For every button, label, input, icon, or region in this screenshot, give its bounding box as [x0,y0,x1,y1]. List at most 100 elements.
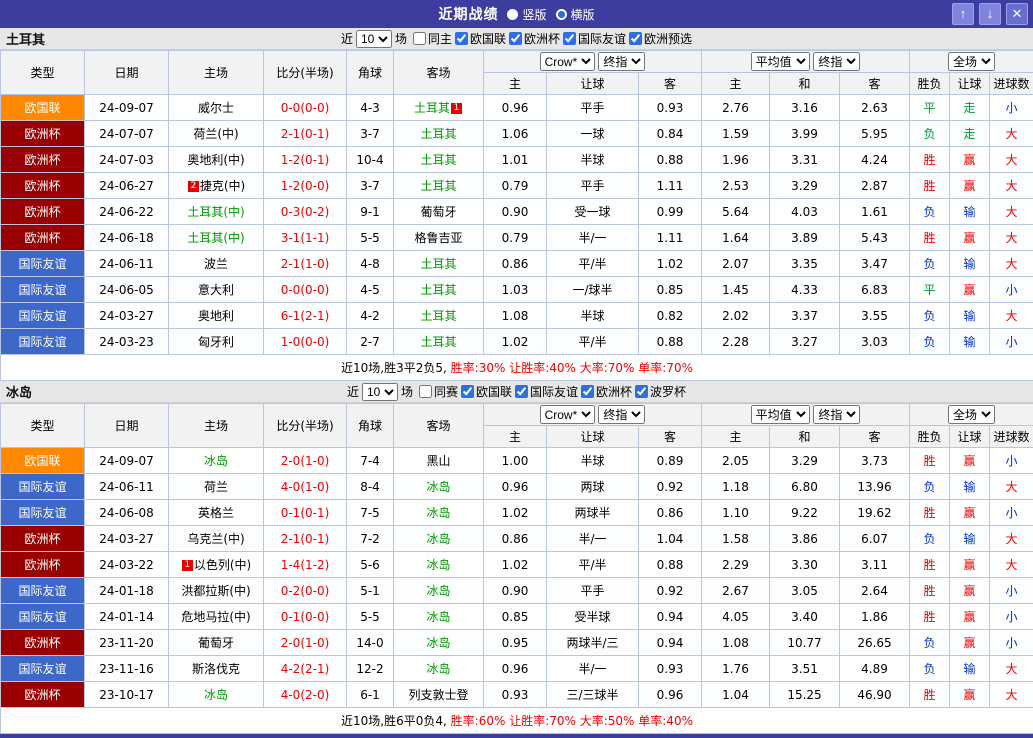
home-team-cell[interactable]: 1以色列(中) [169,552,264,578]
filter-checkbox[interactable]: 同赛 [419,383,458,400]
home-team-cell[interactable]: 荷兰 [169,474,264,500]
col-avg-draw: 和 [770,73,840,95]
handicap-away-odds-cell: 0.96 [639,682,702,708]
checkbox-input[interactable] [413,32,426,45]
filter-checkbox[interactable]: 欧洲杯 [509,30,560,47]
away-team-cell[interactable]: 冰岛 [394,656,484,682]
filter-checkbox[interactable]: 波罗杯 [635,383,686,400]
goals-result-cell: 小 [990,630,1033,656]
filter-checkbox[interactable]: 同主 [413,30,452,47]
checkbox-input[interactable] [629,32,642,45]
home-team-cell[interactable]: 危地马拉(中) [169,604,264,630]
fulltime-select[interactable]: 全场 [948,405,995,424]
checkbox-input[interactable] [461,385,474,398]
away-team-cell[interactable]: 土耳其 [394,329,484,355]
match-date-cell: 24-03-23 [85,329,169,355]
handicap-home-odds-cell: 0.86 [484,526,547,552]
score-cell: 0-1(0-1) [264,500,347,526]
move-up-button[interactable]: ↑ [952,3,974,25]
handicap-away-odds-cell: 0.88 [639,329,702,355]
filter-checkbox[interactable]: 国际友谊 [563,30,626,47]
home-team-cell[interactable]: 洪都拉斯(中) [169,578,264,604]
match-count-select[interactable]: 10 [356,30,392,48]
away-team-cell[interactable]: 冰岛 [394,578,484,604]
home-team-cell[interactable]: 2捷克(中) [169,173,264,199]
away-team-cell[interactable]: 列支敦士登 [394,682,484,708]
away-team-cell[interactable]: 冰岛 [394,552,484,578]
corner-cell: 4-5 [347,277,394,303]
away-team-cell[interactable]: 黑山 [394,448,484,474]
filter-checkbox[interactable]: 欧国联 [461,383,512,400]
layout-horizontal-radio[interactable]: 横版 [556,6,595,23]
checkbox-input[interactable] [455,32,468,45]
fulltime-select[interactable]: 全场 [948,52,995,71]
home-team-cell[interactable]: 奥地利(中) [169,147,264,173]
avg-home-odds-cell: 1.58 [702,526,770,552]
iceland-results-table: 类型 日期 主场 比分(半场) 角球 客场 Crow* 终指 平均值 终指 全场… [0,403,1033,734]
away-team-cell[interactable]: 土耳其 [394,147,484,173]
home-team-cell[interactable]: 意大利 [169,277,264,303]
away-team-cell[interactable]: 格鲁吉亚 [394,225,484,251]
filter-checkbox[interactable]: 欧洲杯 [581,383,632,400]
layout-vertical-radio[interactable]: 竖版 [507,6,546,23]
home-team-cell[interactable]: 冰岛 [169,682,264,708]
away-team-cell[interactable]: 冰岛 [394,500,484,526]
home-team-cell[interactable]: 乌克兰(中) [169,526,264,552]
col-type: 类型 [1,404,85,448]
match-date-cell: 24-07-03 [85,147,169,173]
away-team-cell[interactable]: 土耳其1 [394,95,484,121]
avg-odds-select[interactable]: 平均值 [751,405,810,424]
home-team-cell[interactable]: 葡萄牙 [169,630,264,656]
odds-stage-select[interactable]: 终指 [598,52,645,71]
away-team-cell[interactable]: 冰岛 [394,630,484,656]
checkbox-input[interactable] [419,385,432,398]
away-team-cell[interactable]: 冰岛 [394,604,484,630]
away-team-cell[interactable]: 土耳其 [394,251,484,277]
checkbox-input[interactable] [581,385,594,398]
checkbox-input[interactable] [635,385,648,398]
home-team-cell[interactable]: 斯洛伐克 [169,656,264,682]
match-count-select[interactable]: 10 [362,383,398,401]
checkbox-input[interactable] [515,385,528,398]
away-team-cell[interactable]: 冰岛 [394,474,484,500]
home-team-cell[interactable]: 威尔士 [169,95,264,121]
handicap-result-cell: 输 [950,329,990,355]
away-team-cell[interactable]: 土耳其 [394,173,484,199]
avg-odds-stage-select[interactable]: 终指 [813,52,860,71]
home-team-cell[interactable]: 冰岛 [169,448,264,474]
home-team-cell[interactable]: 匈牙利 [169,329,264,355]
filter-checkbox[interactable]: 欧国联 [455,30,506,47]
corner-cell: 3-7 [347,121,394,147]
handicap-result-cell: 赢 [950,604,990,630]
handicap-result-cell: 输 [950,303,990,329]
away-team-cell[interactable]: 葡萄牙 [394,199,484,225]
filter-checkbox[interactable]: 欧洲预选 [629,30,692,47]
checkbox-input[interactable] [563,32,576,45]
checkbox-input[interactable] [509,32,522,45]
filter-checkbox[interactable]: 国际友谊 [515,383,578,400]
home-team-cell[interactable]: 土耳其(中) [169,199,264,225]
home-team-cell[interactable]: 英格兰 [169,500,264,526]
handicap-line-cell: 半/一 [547,526,639,552]
move-down-button[interactable]: ↓ [979,3,1001,25]
odds-stage-select[interactable]: 终指 [598,405,645,424]
away-team-name: 土耳其 [420,257,456,271]
away-team-cell[interactable]: 冰岛 [394,526,484,552]
home-team-cell[interactable]: 奥地利 [169,303,264,329]
handicap-result-cell: 输 [950,251,990,277]
avg-odds-select[interactable]: 平均值 [751,52,810,71]
match-row: 欧洲杯23-11-20葡萄牙2-0(1-0)14-0冰岛0.95两球半/三0.9… [1,630,1033,656]
close-button[interactable]: ✕ [1006,3,1028,25]
away-team-cell[interactable]: 土耳其 [394,121,484,147]
odds-company-select[interactable]: Crow* [540,405,595,424]
avg-odds-stage-select[interactable]: 终指 [813,405,860,424]
avg-away-odds-cell: 2.87 [840,173,910,199]
home-team-cell[interactable]: 土耳其(中) [169,225,264,251]
odds-company-select[interactable]: Crow* [540,52,595,71]
home-team-cell[interactable]: 荷兰(中) [169,121,264,147]
away-team-cell[interactable]: 土耳其 [394,303,484,329]
titlebar: 近期战绩 竖版 横版 ↑ ↓ ✕ [0,0,1033,28]
away-team-cell[interactable]: 土耳其 [394,277,484,303]
home-team-cell[interactable]: 波兰 [169,251,264,277]
score-cell: 1-2(0-1) [264,147,347,173]
